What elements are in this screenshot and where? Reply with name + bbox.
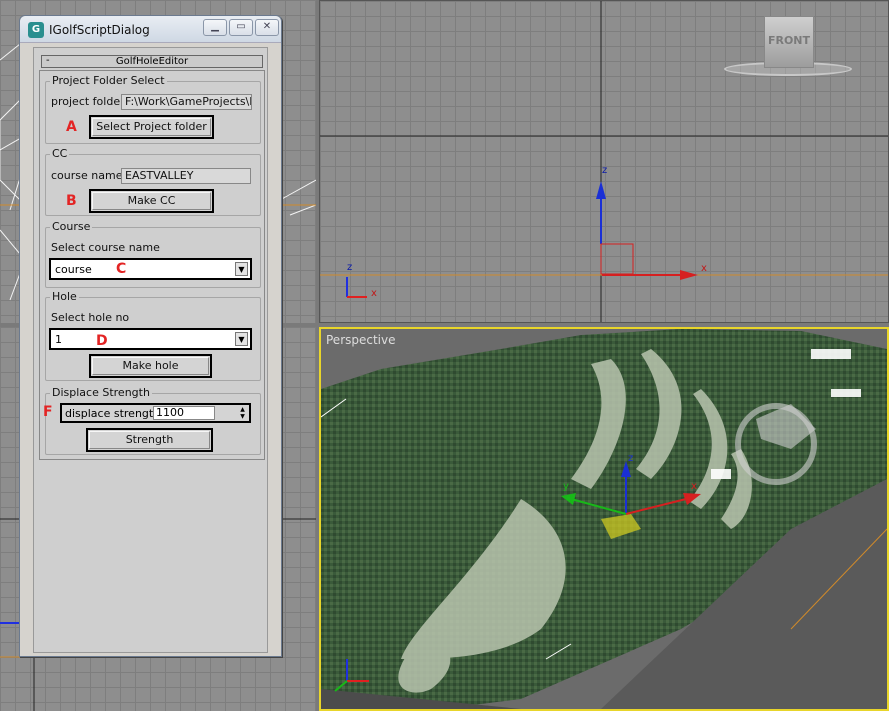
course-name-label: course name : [51, 169, 130, 182]
maximize-button[interactable]: ▭ [229, 19, 253, 36]
rollout-header-golfholeeditor[interactable]: - GolfHoleEditor [41, 55, 263, 68]
chevron-down-icon[interactable]: ▼ [235, 332, 248, 346]
group-course: Course Select course name course ▼ C [45, 220, 261, 288]
project-folder-label: project folder : [51, 95, 132, 108]
select-project-folder-button[interactable]: Select Project folder [89, 115, 214, 139]
chevron-down-icon[interactable]: ▼ [235, 262, 248, 276]
select-course-label: Select course name [51, 241, 160, 254]
marker-b: B [66, 193, 77, 209]
persp-axis-z-label: z [628, 453, 634, 464]
group-hole: Hole Select hole no 1 ▼ D E Make hole [45, 290, 261, 381]
select-hole-label: Select hole no [51, 311, 130, 324]
spinner-arrows-icon[interactable]: ▲ ▼ [238, 406, 247, 420]
minimize-button[interactable]: ▁ [203, 19, 227, 36]
displace-strength-value[interactable]: 1100 [153, 406, 215, 420]
front-triad-x-label: x [371, 288, 377, 299]
dialog-titlebar[interactable]: G IGolfScriptDialog ▁ ▭ ✕ [20, 16, 281, 43]
close-button[interactable]: ✕ [255, 19, 279, 36]
displace-strength-spinner[interactable]: displace strength : 1100 ▲ ▼ [60, 403, 251, 423]
marker-f: F [43, 404, 53, 420]
rollout-body: Project Folder Select project folder : F… [39, 70, 265, 460]
project-folder-field[interactable]: F:\Work\GameProjects\IG [121, 94, 252, 110]
group-title-cc: CC [50, 147, 70, 160]
hole-select-value: 1 [55, 333, 62, 346]
marker-a: A [66, 119, 77, 135]
strength-button[interactable]: Strength [86, 428, 213, 452]
make-cc-button[interactable]: Make CC [89, 189, 214, 213]
course-name-field[interactable]: EASTVALLEY [121, 168, 251, 184]
perspective-label[interactable]: Perspective [326, 333, 396, 347]
persp-axis-x-label: x [691, 481, 697, 492]
terrain-mesh [321, 329, 887, 709]
make-hole-button[interactable]: Make hole [89, 354, 212, 378]
app-icon: G [28, 22, 44, 38]
front-axis-z-label: z [602, 165, 608, 176]
group-cc: CC course name : EASTVALLEY B Make CC [45, 147, 261, 216]
rollout-panel: - GolfHoleEditor Project Folder Select p… [33, 47, 268, 653]
hole-select[interactable]: 1 ▼ [49, 328, 252, 350]
rollout-collapse-icon[interactable]: - [46, 55, 50, 66]
group-title-displace: Displace Strength [50, 386, 152, 399]
front-triad-z-label: z [347, 262, 353, 273]
marker-c: C [116, 261, 127, 277]
viewcube-front[interactable]: FRONT [764, 16, 814, 68]
group-title-project: Project Folder Select [50, 74, 167, 87]
golf-script-dialog[interactable]: G IGolfScriptDialog ▁ ▭ ✕ - GolfHoleEdit… [19, 15, 282, 657]
group-project-folder: Project Folder Select project folder : F… [45, 74, 261, 144]
group-title-hole: Hole [50, 290, 79, 303]
front-axis-x-label: x [701, 263, 707, 274]
dialog-title: IGolfScriptDialog [49, 23, 150, 37]
persp-axis-y-label: y [563, 481, 569, 492]
group-title-course: Course [50, 220, 93, 233]
marker-d: D [96, 333, 108, 349]
rollout-title: GolfHoleEditor [115, 56, 189, 67]
viewport-perspective[interactable]: Perspective z x y [319, 327, 889, 711]
course-select[interactable]: course ▼ [49, 258, 252, 280]
group-displace-strength: Displace Strength F displace strength : … [43, 386, 261, 455]
course-select-value: course [55, 263, 92, 276]
